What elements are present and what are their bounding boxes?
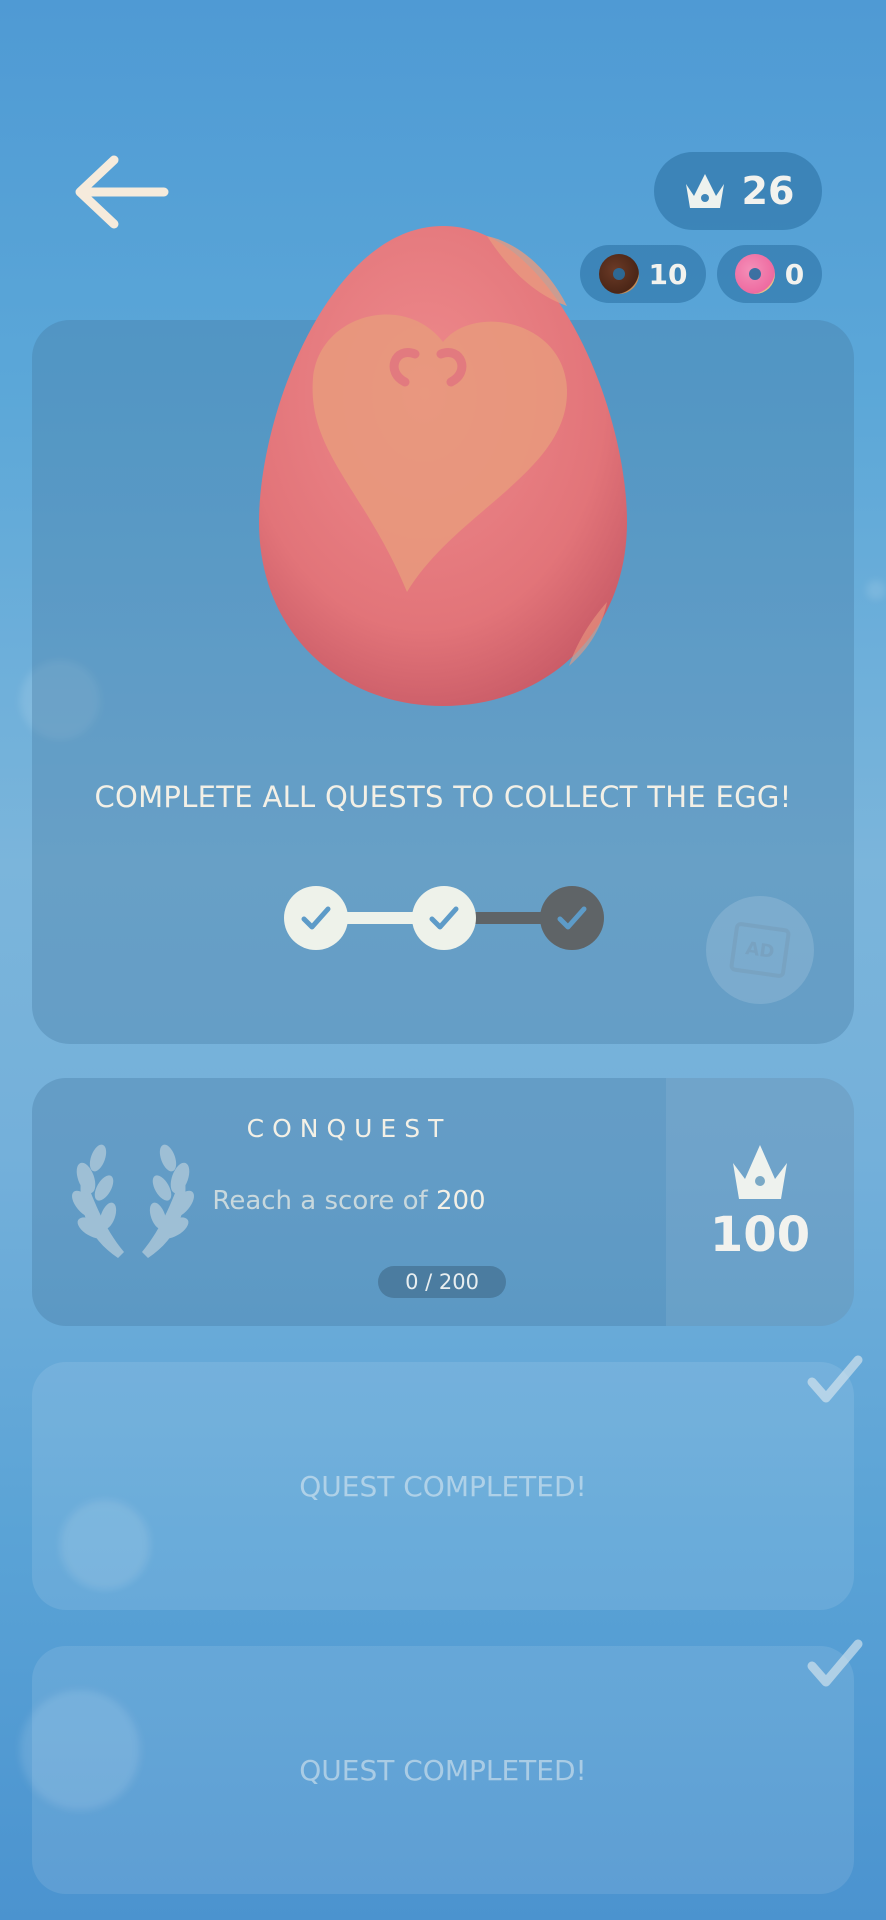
back-button[interactable] bbox=[72, 152, 172, 232]
watch-ad-button[interactable]: AD bbox=[706, 896, 814, 1004]
completed-quest-card: QUEST COMPLETED! bbox=[32, 1362, 854, 1610]
pink-donut-icon bbox=[734, 254, 775, 294]
crown-currency: 26 bbox=[654, 152, 822, 230]
active-quest-card: CONQUEST Reach a score of 200 0 / 200 10… bbox=[32, 1078, 854, 1326]
crown-count: 26 bbox=[741, 169, 795, 213]
check-icon bbox=[807, 1639, 863, 1687]
completed-quest-card: QUEST COMPLETED! bbox=[32, 1646, 854, 1894]
egg-instructions: COMPLETE ALL QUESTS TO COLLECT THE EGG! bbox=[94, 780, 792, 814]
quest-progress-badge: 0 / 200 bbox=[378, 1266, 506, 1298]
bokeh-light bbox=[866, 580, 886, 600]
quest-reward-amount: 100 bbox=[709, 1207, 811, 1263]
check-icon bbox=[301, 906, 331, 930]
quest-completed-label: QUEST COMPLETED! bbox=[299, 1469, 587, 1503]
quest-description-text: Reach a score of bbox=[212, 1186, 436, 1216]
ad-icon: AD bbox=[728, 921, 792, 979]
quest-step-2-done bbox=[412, 886, 476, 950]
quest-step-3-pending bbox=[540, 886, 604, 950]
quest-progress-tracker bbox=[284, 886, 604, 950]
quest-completed-label: QUEST COMPLETED! bbox=[299, 1753, 587, 1787]
pink-donut-currency: 0 bbox=[717, 245, 822, 303]
crown-icon bbox=[685, 174, 724, 208]
check-icon bbox=[429, 906, 459, 930]
egg-image bbox=[259, 226, 627, 706]
crown-icon bbox=[733, 1145, 787, 1199]
quest-step-1-done bbox=[284, 886, 348, 950]
arrow-left-icon bbox=[75, 155, 169, 229]
check-icon bbox=[557, 906, 587, 930]
chocolate-donut-count: 10 bbox=[648, 257, 688, 291]
quest-reward: 100 bbox=[666, 1078, 854, 1326]
check-icon bbox=[807, 1355, 863, 1403]
ad-label: AD bbox=[744, 937, 776, 963]
pink-donut-count: 0 bbox=[784, 257, 805, 291]
quest-target-value: 200 bbox=[435, 1186, 486, 1216]
